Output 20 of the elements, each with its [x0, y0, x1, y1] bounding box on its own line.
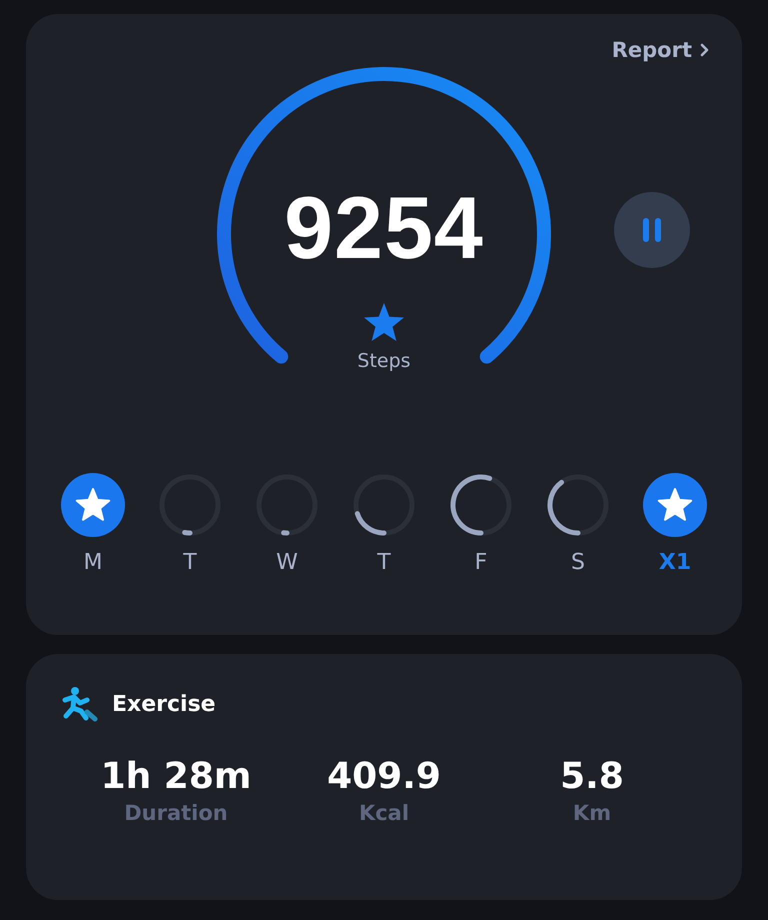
day-label[interactable]: W	[276, 550, 298, 575]
day-label[interactable]: X1	[658, 550, 692, 575]
steps-label: Steps	[357, 350, 411, 372]
exercise-title: Exercise	[112, 692, 216, 716]
stat-label: Km	[572, 801, 612, 825]
day-label[interactable]: F	[474, 550, 488, 575]
stat-label: Duration	[124, 801, 228, 825]
report-link[interactable]: Report	[612, 38, 710, 62]
day-label[interactable]: S	[571, 550, 585, 575]
pause-icon	[640, 217, 664, 243]
stat-value: 1h 28m	[100, 756, 252, 797]
stat-label: Kcal	[358, 801, 410, 825]
day-label[interactable]: T	[183, 550, 197, 575]
stat-value: 5.8	[560, 756, 624, 797]
stat-value: 409.9	[327, 756, 441, 797]
step-count: 9254	[284, 184, 484, 272]
running-person-icon	[62, 686, 98, 722]
day-label[interactable]: T	[377, 550, 391, 575]
chevron-right-icon	[700, 43, 710, 57]
day-label[interactable]: M	[84, 550, 102, 575]
